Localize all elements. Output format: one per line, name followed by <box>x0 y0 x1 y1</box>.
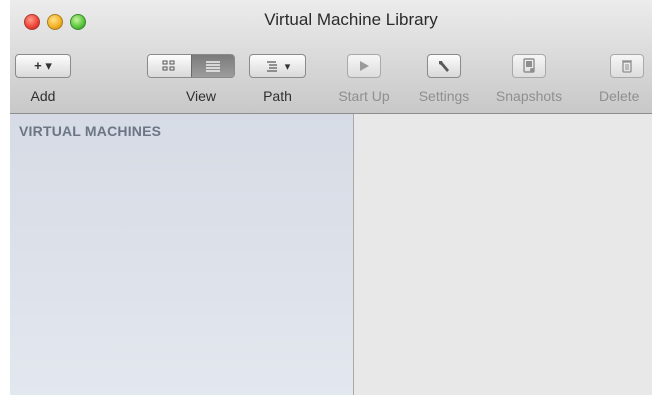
add-menu-icon: + ▾ <box>34 58 52 73</box>
startup-button[interactable] <box>347 54 381 78</box>
path-label: Path <box>263 88 292 104</box>
play-icon <box>360 61 369 71</box>
list-view-button[interactable] <box>190 55 234 77</box>
sidebar-section-header: VIRTUAL MACHINES <box>19 123 162 139</box>
settings-label: Settings <box>418 88 470 104</box>
title-toolbar: Virtual Machine Library + ▾ Add View ▾ P… <box>10 0 652 114</box>
snapshot-icon <box>523 58 535 73</box>
vm-library-window: Virtual Machine Library + ▾ Add View ▾ P… <box>10 0 652 395</box>
wrench-icon <box>439 61 449 72</box>
trash-icon <box>622 60 632 73</box>
detail-pane <box>354 114 652 395</box>
delete-label: Delete <box>599 88 640 104</box>
add-label: Add <box>30 88 56 104</box>
path-menu-icon: ▾ <box>284 60 291 73</box>
add-button[interactable]: + ▾ <box>15 54 71 78</box>
settings-button[interactable] <box>427 54 461 78</box>
vm-sidebar: VIRTUAL MACHINES <box>10 114 354 395</box>
path-button[interactable]: ▾ <box>249 54 306 78</box>
grid-view-button[interactable] <box>148 55 191 77</box>
view-segmented-control[interactable] <box>147 54 235 78</box>
snapshots-label: Snapshots <box>495 88 563 104</box>
grid-view-icon <box>162 60 175 71</box>
startup-label: Start Up <box>338 88 390 104</box>
list-view-icon <box>205 61 220 72</box>
delete-button[interactable] <box>610 54 644 78</box>
view-label: View <box>185 88 217 104</box>
path-icon <box>266 61 277 72</box>
snapshots-button[interactable] <box>512 54 546 78</box>
window-title: Virtual Machine Library <box>264 10 438 29</box>
